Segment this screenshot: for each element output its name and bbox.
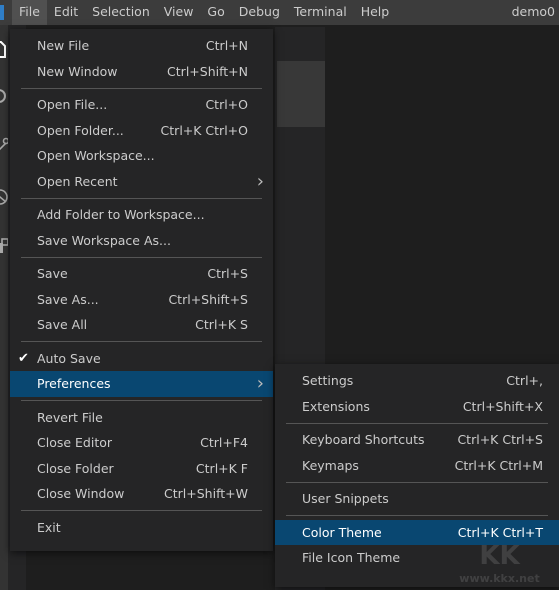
checkmark-icon: ✔ <box>18 350 29 366</box>
menu-item-close-editor[interactable]: Close Editor Ctrl+F4 <box>10 430 273 456</box>
menu-item-auto-save[interactable]: ✔ Auto Save <box>10 346 273 372</box>
menu-debug[interactable]: Debug <box>232 0 287 25</box>
menu-item-label: Close Window <box>37 486 125 501</box>
menu-item-open-file[interactable]: Open File... Ctrl+O <box>10 92 273 118</box>
window-title: demo0 <box>511 4 555 19</box>
menu-item-label: Auto Save <box>37 350 101 366</box>
menu-item-shortcut: Ctrl+N <box>205 38 248 53</box>
watermark-text: www.kkx.net <box>459 572 540 585</box>
menu-item-open-workspace[interactable]: Open Workspace... <box>10 143 273 169</box>
menu-separator <box>21 197 262 199</box>
menu-item-keymaps[interactable]: Keymaps Ctrl+K Ctrl+M <box>275 453 559 479</box>
menu-item-add-folder-to-workspace[interactable]: Add Folder to Workspace... <box>10 202 273 228</box>
menu-item-revert-file[interactable]: Revert File <box>10 405 273 431</box>
menu-item-shortcut: Ctrl+K Ctrl+M <box>454 457 543 473</box>
menu-item-open-folder[interactable]: Open Folder... Ctrl+K Ctrl+O <box>10 118 273 144</box>
menu-item-label: New Window <box>37 63 118 79</box>
menu-item-label: Open File... <box>37 97 108 112</box>
menu-item-shortcut: Ctrl+Shift+X <box>462 398 543 414</box>
file-menu: New File Ctrl+N New Window Ctrl+Shift+N Open… <box>10 29 273 551</box>
menu-bar: File Edit Selection View Go Debug Terminal Help <box>12 0 396 25</box>
menu-selection[interactable]: Selection <box>85 0 157 25</box>
menu-terminal[interactable]: Terminal <box>287 0 354 25</box>
menu-separator <box>286 422 548 424</box>
menu-separator <box>21 510 262 511</box>
menu-item-label: Close Folder <box>37 460 114 476</box>
menu-item-save[interactable]: Save Ctrl+S <box>10 261 273 287</box>
menu-separator <box>21 341 262 342</box>
menu-edit[interactable]: Edit <box>47 0 85 25</box>
chevron-right-icon: › <box>256 373 264 394</box>
menu-separator <box>286 481 548 483</box>
menu-item-label: File Icon Theme <box>302 550 401 565</box>
menu-help[interactable]: Help <box>354 0 397 25</box>
menu-item-keyboard-shortcuts[interactable]: Keyboard Shortcuts Ctrl+K Ctrl+S <box>275 427 559 453</box>
menu-item-label: User Snippets <box>302 491 389 506</box>
menu-item-shortcut: Ctrl+Shift+N <box>167 63 248 79</box>
menu-item-open-recent[interactable]: Open Recent › <box>10 169 273 195</box>
menu-item-close-folder[interactable]: Close Folder Ctrl+K F <box>10 456 273 482</box>
menu-item-label: Open Workspace... <box>37 148 155 163</box>
menu-view[interactable]: View <box>157 0 201 25</box>
menu-item-new-file[interactable]: New File Ctrl+N <box>10 33 273 59</box>
menu-item-shortcut: Ctrl+K F <box>195 460 248 476</box>
menu-file[interactable]: File <box>12 0 47 25</box>
menu-item-shortcut: Ctrl+K S <box>195 317 248 332</box>
scrollbar-thumb[interactable] <box>277 61 325 127</box>
menu-item-label: Extensions <box>302 398 370 414</box>
menu-item-save-all[interactable]: Save All Ctrl+K S <box>10 312 273 338</box>
menu-item-new-window[interactable]: New Window Ctrl+Shift+N <box>10 59 273 85</box>
menu-item-label: Save As... <box>37 291 99 307</box>
title-bar: File Edit Selection View Go Debug Terminal Help… <box>0 0 559 25</box>
menu-separator <box>21 87 262 89</box>
menu-item-label: Save All <box>37 317 88 332</box>
menu-item-shortcut: Ctrl+S <box>207 266 248 281</box>
menu-item-label: Save Workspace As... <box>37 232 171 248</box>
menu-item-label: Open Recent <box>37 173 118 189</box>
menu-item-shortcut: Ctrl+, <box>506 373 543 388</box>
menu-item-save-workspace-as[interactable]: Save Workspace As... <box>10 228 273 254</box>
menu-item-shortcut: Ctrl+K Ctrl+S <box>457 432 543 447</box>
menu-separator <box>21 256 262 258</box>
menu-item-shortcut: Ctrl+Shift+W <box>164 486 248 501</box>
menu-item-save-as[interactable]: Save As... Ctrl+Shift+S <box>10 287 273 313</box>
menu-item-label: New File <box>37 38 90 53</box>
menu-item-label: Settings <box>302 373 354 388</box>
menu-item-exit[interactable]: Exit <box>10 515 273 541</box>
chevron-right-icon: › <box>256 170 264 192</box>
menu-item-label: Keyboard Shortcuts <box>302 432 425 447</box>
menu-item-label: Preferences <box>37 376 111 391</box>
menu-item-settings[interactable]: Settings Ctrl+, <box>275 368 559 394</box>
menu-item-preferences[interactable]: Preferences › <box>10 371 273 397</box>
activity-bar <box>0 25 10 590</box>
menu-item-shortcut: Ctrl+Shift+S <box>168 291 248 307</box>
menu-item-label: Exit <box>37 519 61 535</box>
menu-item-close-window[interactable]: Close Window Ctrl+Shift+W <box>10 481 273 507</box>
app-logo-icon <box>0 5 4 20</box>
menu-item-label: Add Folder to Workspace... <box>37 207 205 222</box>
menu-item-label: Open Folder... <box>37 122 124 138</box>
menu-item-label: Color Theme <box>302 524 382 540</box>
menu-separator <box>286 515 548 516</box>
menu-item-shortcut: Ctrl+K Ctrl+O <box>160 122 248 138</box>
menu-item-extensions[interactable]: Extensions Ctrl+Shift+X <box>275 394 559 420</box>
menu-item-label: Revert File <box>37 409 103 425</box>
menu-go[interactable]: Go <box>200 0 231 25</box>
menu-item-shortcut: Ctrl+F4 <box>200 435 248 450</box>
menu-item-label: Keymaps <box>302 457 359 473</box>
menu-item-label: Save <box>37 266 68 281</box>
menu-item-user-snippets[interactable]: User Snippets <box>275 486 559 512</box>
watermark: KK www.kkx.net <box>440 540 559 590</box>
menu-item-label: Close Editor <box>37 435 113 450</box>
menu-separator <box>21 400 262 401</box>
menu-item-shortcut: Ctrl+O <box>205 97 248 112</box>
